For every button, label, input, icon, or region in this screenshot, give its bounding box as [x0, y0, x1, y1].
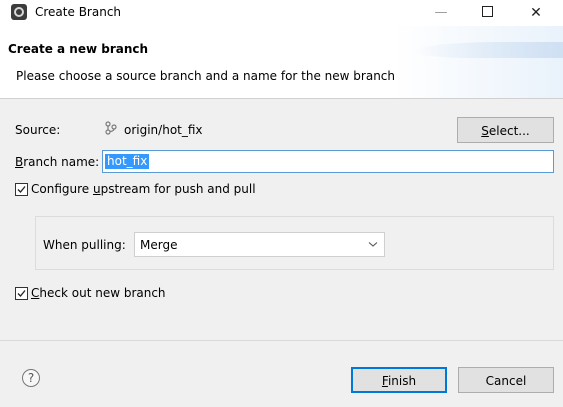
checkout-branch-checkbox[interactable] — [15, 287, 28, 300]
branch-name-mnemonic: B — [15, 155, 24, 169]
checkout-branch-label[interactable]: Check out new branch — [31, 286, 166, 300]
branch-name-input[interactable]: hot_fix — [102, 150, 554, 173]
eclipse-app-icon — [11, 4, 27, 20]
minimize-button[interactable]: — — [418, 0, 464, 26]
when-pulling-dropdown[interactable]: Merge — [134, 232, 385, 257]
branch-name-label: Branch name: — [15, 155, 99, 169]
when-pulling-label: When pulling: — [43, 238, 126, 252]
checkout-label-text: heck out new branch — [39, 286, 166, 300]
chevron-down-icon — [368, 242, 378, 247]
cancel-button[interactable]: Cancel — [458, 367, 554, 393]
title-bar: Create Branch — ✕ — [0, 0, 563, 26]
branch-name-label-text: ranch name: — [23, 155, 100, 169]
dialog-footer: ? Finish Cancel — [0, 340, 563, 407]
branch-name-value: hot_fix — [105, 154, 150, 169]
when-pulling-value: Merge — [140, 238, 178, 252]
configure-upstream-label[interactable]: Configure upstream for push and pull — [31, 182, 256, 196]
select-button-label: elect... — [488, 124, 530, 138]
dialog-banner: Create a new branch Please choose a sour… — [0, 26, 563, 99]
banner-title: Create a new branch — [8, 42, 149, 56]
upstream-label-mnemonic: u — [92, 182, 101, 196]
branch-icon — [105, 121, 117, 135]
close-icon: ✕ — [530, 5, 542, 21]
banner-graphic — [413, 42, 563, 58]
finish-label: inish — [387, 374, 417, 388]
upstream-label-pre: Configure — [31, 182, 93, 196]
select-button-mnemonic: S — [481, 124, 489, 138]
dialog-content: Source: origin/hot_fix Select... Branch … — [0, 99, 563, 340]
close-button[interactable]: ✕ — [513, 0, 559, 26]
banner-message: Please choose a source branch and a name… — [16, 69, 396, 83]
finish-button[interactable]: Finish — [351, 367, 447, 393]
window-title: Create Branch — [35, 5, 122, 19]
select-source-button[interactable]: Select... — [457, 117, 554, 143]
source-value: origin/hot_fix — [124, 123, 203, 137]
checkmark-icon — [17, 186, 26, 193]
upstream-label-post: pstream for push and pull — [100, 182, 256, 196]
configure-upstream-checkbox[interactable] — [15, 183, 28, 196]
checkmark-icon — [17, 290, 26, 297]
source-label: Source: — [15, 123, 61, 137]
maximize-icon — [481, 6, 493, 17]
maximize-button[interactable] — [464, 0, 510, 26]
minimize-icon: — — [434, 5, 448, 20]
help-icon[interactable]: ? — [22, 369, 40, 387]
